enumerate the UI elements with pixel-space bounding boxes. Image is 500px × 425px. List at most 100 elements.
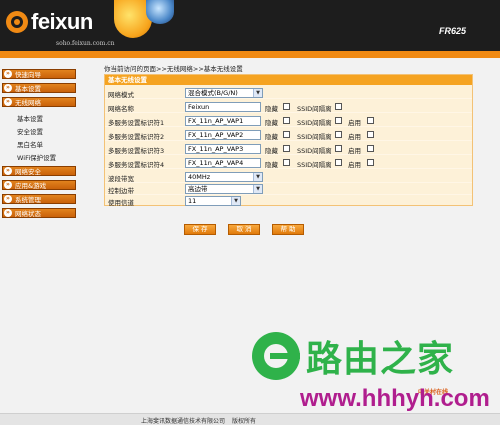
isolate-label: SSID间隔离 <box>297 105 332 113</box>
multi-ssid-input-4[interactable]: FX_11n_AP_VAP4 <box>185 158 261 168</box>
wireless-settings-panel: 基本无线设置 网络模式 混合模式(B/G/N) ▼ 网络名称 Feixun 隐藏… <box>104 74 473 207</box>
enable-label: 启用 <box>348 133 361 141</box>
chevron-right-icon: » <box>4 209 12 217</box>
multi-ssid-row: 多服务设置标识符2 FX_11n_AP_VAP2 隐藏 SSID间隔离 启用 <box>105 129 472 141</box>
sidebar-item-label: 应用&游戏 <box>15 182 47 190</box>
control-band-row: 控制边带 高边带 ▼ <box>105 183 472 195</box>
ssid-input[interactable]: Feixun <box>185 102 261 112</box>
multi-ssid-isolate-checkbox[interactable] <box>335 117 342 124</box>
bandwidth-label: 波段带宽 <box>108 175 134 183</box>
multi-ssid-enable-checkbox[interactable] <box>367 117 374 124</box>
sidebar-item-basic-settings[interactable]: » 基本设置 <box>2 83 76 93</box>
multi-ssid-hide-checkbox[interactable] <box>283 159 290 166</box>
cancel-button[interactable]: 取 消 <box>228 224 260 235</box>
sidebar-item-label: 快速向导 <box>15 71 41 79</box>
multi-ssid-input-2[interactable]: FX_11n_AP_VAP2 <box>185 130 261 140</box>
multi-ssid-isolate-checkbox[interactable] <box>335 159 342 166</box>
network-mode-value: 混合模式(B/G/N) <box>188 89 238 97</box>
chevron-down-icon: » <box>4 98 12 106</box>
multi-ssid-isolate-checkbox[interactable] <box>335 145 342 152</box>
multi-ssid-hide-checkbox[interactable] <box>283 131 290 138</box>
multi-ssid-enable-checkbox[interactable] <box>367 145 374 152</box>
multi-ssid-enable-checkbox[interactable] <box>367 131 374 138</box>
sidebar-item-label: 基本设置 <box>15 85 41 93</box>
ssid-hide-checkbox[interactable] <box>283 103 290 110</box>
control-band-select[interactable]: 高边带 ▼ <box>185 184 263 194</box>
header-divider <box>0 51 500 58</box>
sidebar-subitem-basic[interactable]: 基本设置 <box>17 113 43 123</box>
enable-label: 启用 <box>348 119 361 127</box>
sidebar-item-system[interactable]: » 系统管理 <box>2 194 76 204</box>
multi-ssid-input-3[interactable]: FX_11n_AP_VAP3 <box>185 144 261 154</box>
isolate-label: SSID间隔离 <box>297 161 332 169</box>
footer-company: 上海斐讯数据通信技术有限公司 <box>141 418 226 425</box>
chevron-right-icon: » <box>4 167 12 175</box>
model-name: FR625 <box>438 26 466 36</box>
watermark-text: 路由之家 <box>306 339 455 380</box>
sidebar-item-label: 网络状态 <box>15 210 41 218</box>
header: feixun soho.feixun.com.cn FR625 <box>0 0 500 58</box>
isolate-label: SSID间隔离 <box>297 133 332 141</box>
sidebar: » 快速向导 » 基本设置 » 无线网络 基本设置 安全设置 黑白名单 WiFi… <box>0 58 78 413</box>
multi-ssid-label: 多服务设置标识符1 <box>108 119 165 127</box>
multi-ssid-row: 多服务设置标识符3 FX_11n_AP_VAP3 隐藏 SSID间隔离 启用 <box>105 143 472 155</box>
multi-ssid-row: 多服务设置标识符1 FX_11n_AP_VAP1 隐藏 SSID间隔离 启用 <box>105 115 472 127</box>
network-mode-row: 网络模式 混合模式(B/G/N) ▼ <box>105 87 472 99</box>
multi-ssid-hide-checkbox[interactable] <box>283 145 290 152</box>
panel-title: 基本无线设置 <box>105 75 472 85</box>
brand-logo: feixun <box>6 9 93 35</box>
brand-url: soho.feixun.com.cn <box>56 40 115 47</box>
sidebar-item-wireless[interactable]: » 无线网络 <box>2 97 76 107</box>
multi-ssid-value: FX_11n_AP_VAP3 <box>188 145 244 153</box>
hide-label: 隐藏 <box>265 147 278 155</box>
breadcrumb: 你当前访问的页面>>无线网络>>基本无线设置 <box>104 65 243 73</box>
ssid-row: 网络名称 Feixun 隐藏 SSID间隔离 <box>105 101 472 113</box>
multi-ssid-input-1[interactable]: FX_11n_AP_VAP1 <box>185 116 261 126</box>
hide-label: 隐藏 <box>265 133 278 141</box>
multi-ssid-hide-checkbox[interactable] <box>283 117 290 124</box>
sidebar-item-label: 无线网络 <box>15 99 41 107</box>
multi-ssid-label: 多服务设置标识符4 <box>108 161 165 169</box>
chevron-right-icon: » <box>4 181 12 189</box>
multi-ssid-enable-checkbox[interactable] <box>367 159 374 166</box>
sidebar-item-status[interactable]: » 网络状态 <box>2 208 76 218</box>
chevron-right-icon: » <box>4 84 12 92</box>
enable-label: 启用 <box>348 161 361 169</box>
network-mode-select[interactable]: 混合模式(B/G/N) ▼ <box>185 88 263 98</box>
help-button[interactable]: 帮 助 <box>272 224 304 235</box>
brand-name: feixun <box>31 9 93 34</box>
hide-label: 隐藏 <box>265 119 278 127</box>
channel-select[interactable]: 11 ▼ <box>185 196 241 206</box>
sidebar-subitem-security[interactable]: 安全设置 <box>17 126 43 136</box>
bandwidth-value: 40MHz <box>188 173 211 181</box>
save-button[interactable]: 保 存 <box>184 224 216 235</box>
multi-ssid-value: FX_11n_AP_VAP4 <box>188 159 244 167</box>
bandwidth-select[interactable]: 40MHz ▼ <box>185 172 263 182</box>
hide-label: 隐藏 <box>265 161 278 169</box>
chevron-right-icon: » <box>4 195 12 203</box>
sidebar-item-network-security[interactable]: » 网络安全 <box>2 166 76 176</box>
sidebar-subitem-wps[interactable]: WiFi保护设置 <box>17 152 56 162</box>
sidebar-item-quick-wizard[interactable]: » 快速向导 <box>2 69 76 79</box>
channel-label: 使用信道 <box>108 199 134 207</box>
sidebar-item-apps-games[interactable]: » 应用&游戏 <box>2 180 76 190</box>
watermark-site: www.hhhyh.com <box>300 385 490 412</box>
chevron-right-icon: » <box>4 70 12 78</box>
chevron-down-icon: ▼ <box>253 89 262 97</box>
footer-rights: 版权所有 <box>232 418 257 425</box>
sidebar-item-label: 系统管理 <box>15 196 41 204</box>
feixun-logo-icon <box>6 11 28 33</box>
hide-label: 隐藏 <box>265 105 278 113</box>
sidebar-subitem-blacklist[interactable]: 黑白名单 <box>17 139 43 149</box>
ssid-isolate-checkbox[interactable] <box>335 103 342 110</box>
enable-label: 启用 <box>348 147 361 155</box>
bandwidth-row: 波段带宽 40MHz ▼ <box>105 171 472 183</box>
control-band-label: 控制边带 <box>108 187 134 195</box>
router-home-logo-icon <box>252 332 300 380</box>
multi-ssid-isolate-checkbox[interactable] <box>335 131 342 138</box>
channel-value: 11 <box>188 197 197 205</box>
multi-ssid-value: FX_11n_AP_VAP2 <box>188 131 244 139</box>
chevron-down-icon: ▼ <box>253 173 262 181</box>
chevron-down-icon: ▼ <box>253 185 262 193</box>
sidebar-item-label: 网络安全 <box>15 168 41 176</box>
